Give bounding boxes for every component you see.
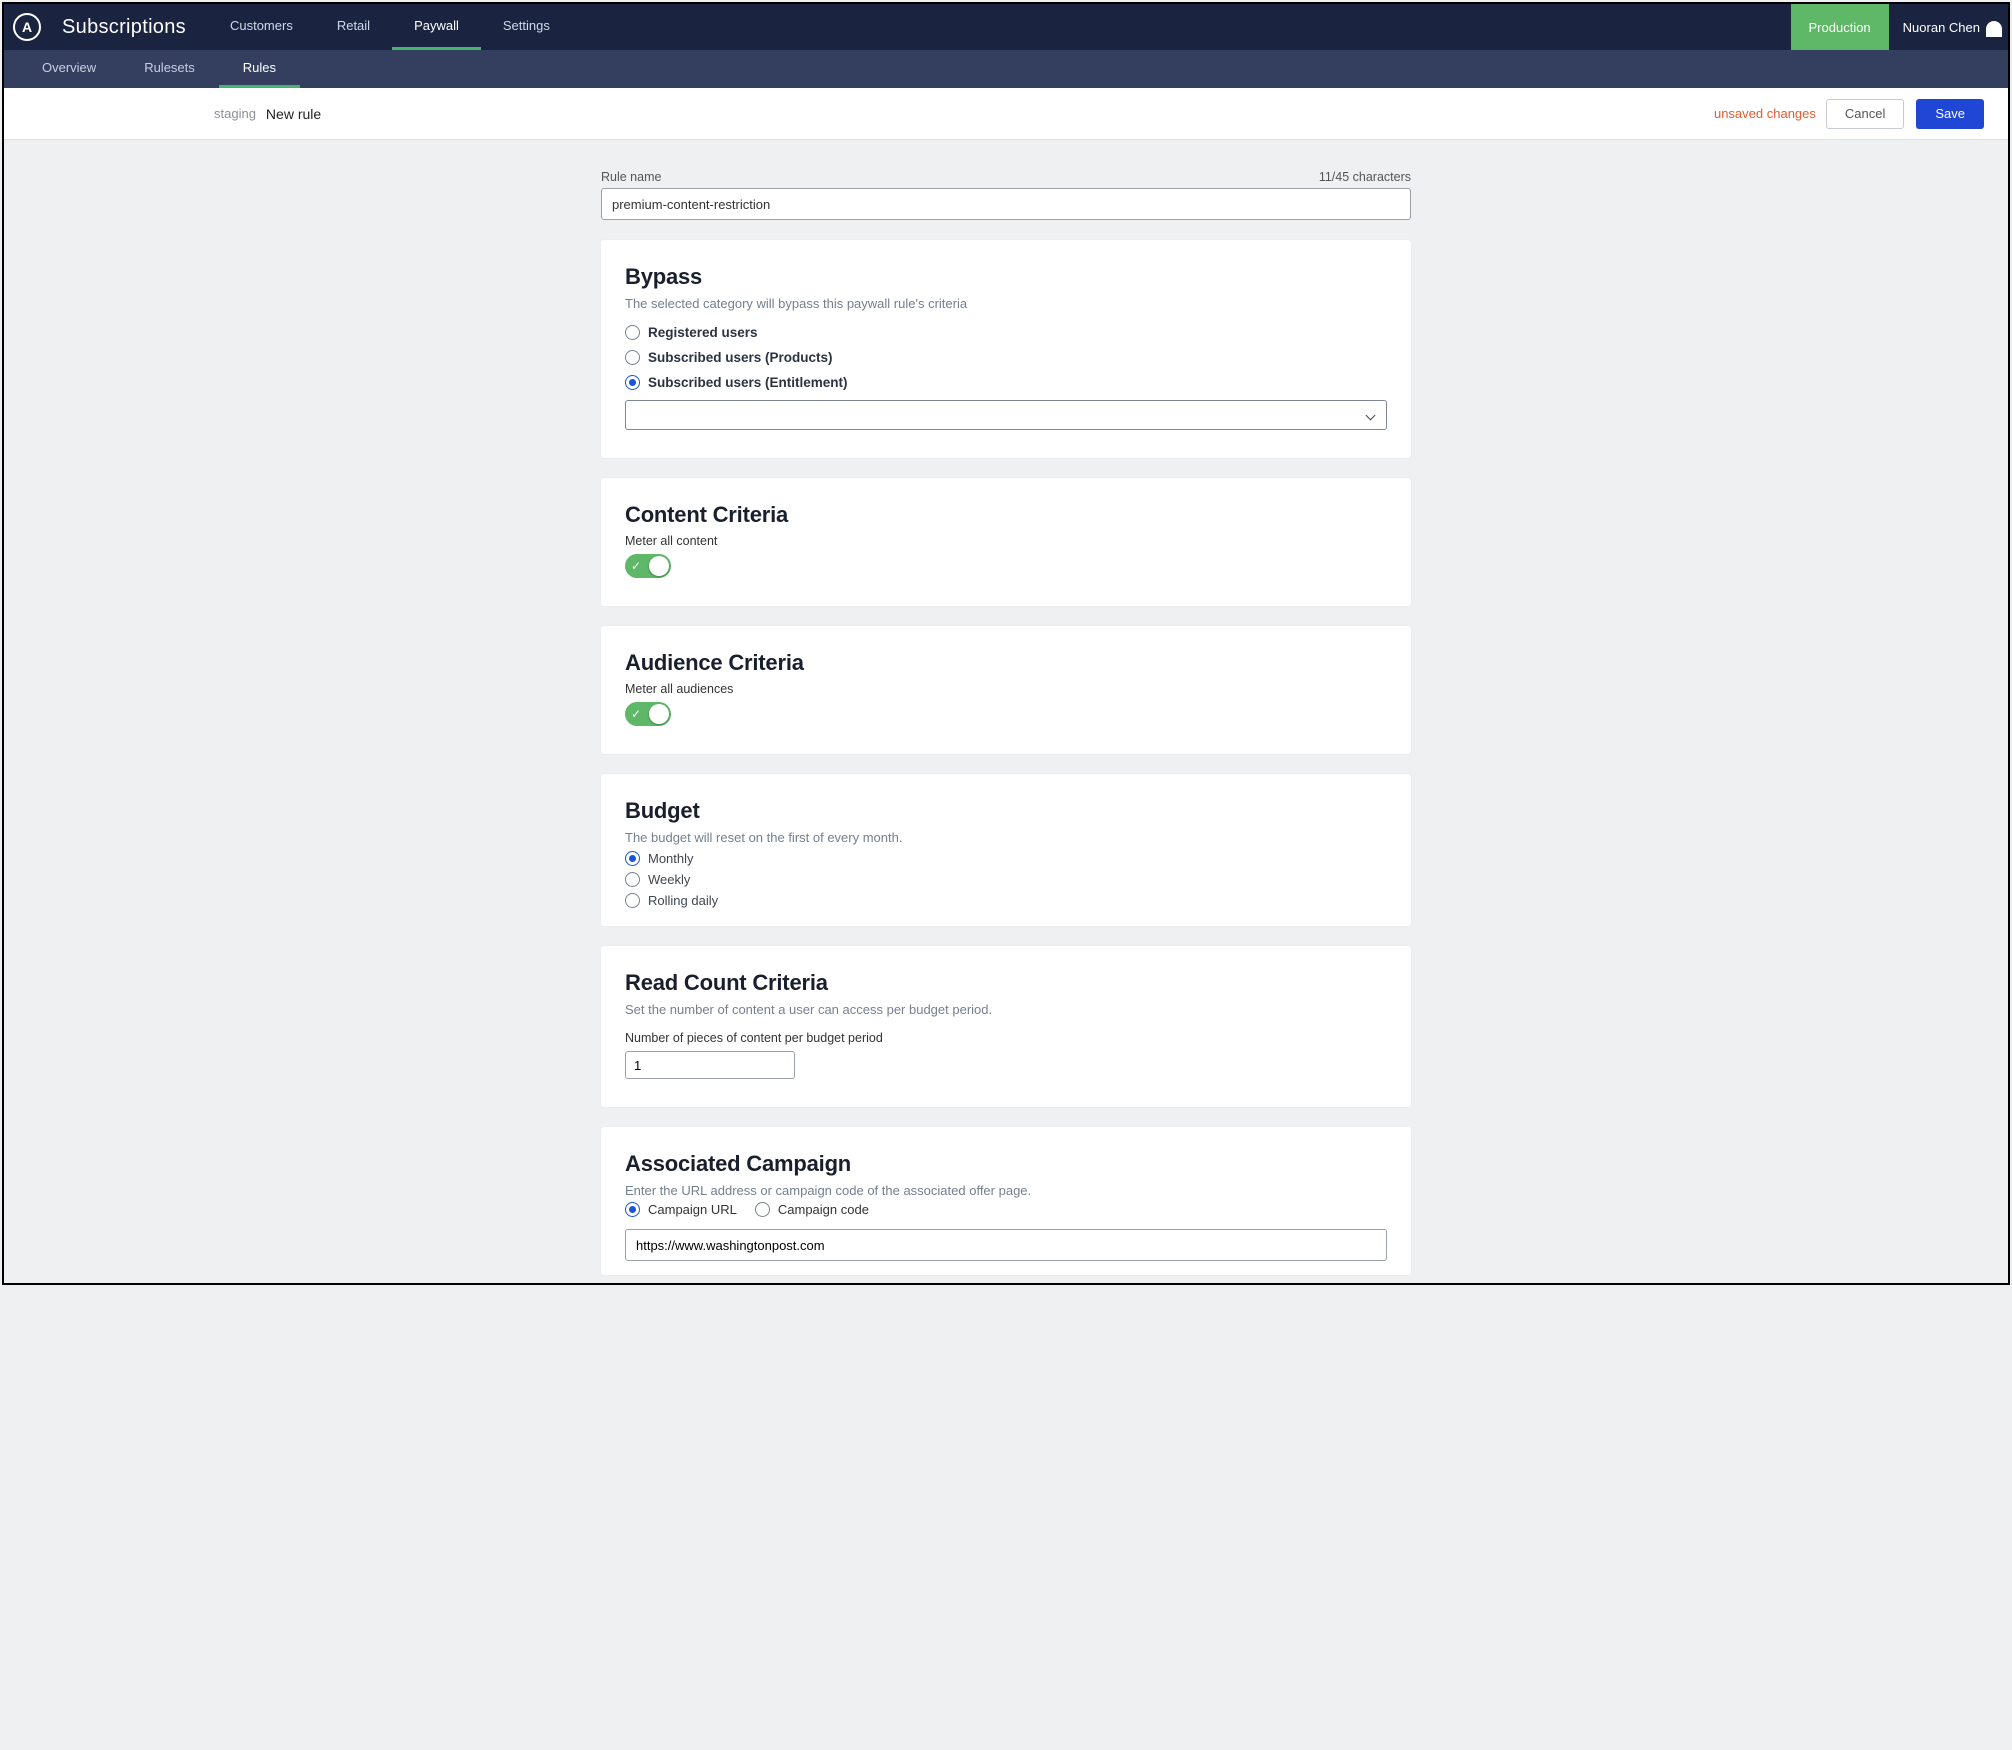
toggle-knob xyxy=(649,556,669,576)
audience-criteria-heading: Audience Criteria xyxy=(625,650,1387,676)
radio-icon xyxy=(625,872,640,887)
chevron-down-icon xyxy=(1366,410,1376,420)
campaign-url-input[interactable] xyxy=(625,1229,1387,1261)
logo[interactable]: A xyxy=(4,4,50,50)
nav-retail[interactable]: Retail xyxy=(315,4,392,50)
budget-desc: The budget will reset on the first of ev… xyxy=(625,830,1387,845)
radio-icon xyxy=(625,1202,640,1217)
content-toggle-label: Meter all content xyxy=(625,534,1387,548)
nav-customers[interactable]: Customers xyxy=(208,4,315,50)
read-count-input[interactable] xyxy=(625,1051,795,1079)
sub-nav: Overview Rulesets Rules xyxy=(4,50,2008,88)
radio-icon xyxy=(755,1202,770,1217)
environment-badge[interactable]: Production xyxy=(1791,4,1889,50)
toggle-knob xyxy=(649,704,669,724)
content-meter-toggle[interactable]: ✓ xyxy=(625,554,671,578)
cancel-button[interactable]: Cancel xyxy=(1826,99,1904,129)
campaign-desc: Enter the URL address or campaign code o… xyxy=(625,1183,1387,1198)
bypass-card: Bypass The selected category will bypass… xyxy=(601,240,1411,458)
audience-toggle-label: Meter all audiences xyxy=(625,682,1387,696)
audience-meter-toggle[interactable]: ✓ xyxy=(625,702,671,726)
page-bar: staging New rule unsaved changes Cancel … xyxy=(4,88,2008,140)
content-criteria-card: Content Criteria Meter all content ✓ xyxy=(601,478,1411,606)
radio-label: Campaign code xyxy=(778,1202,869,1217)
radio-icon xyxy=(625,893,640,908)
nav-settings[interactable]: Settings xyxy=(481,4,572,50)
user-icon xyxy=(1986,21,2002,37)
budget-radio-weekly[interactable]: Weekly xyxy=(625,872,1387,887)
radio-icon xyxy=(625,375,640,390)
save-button[interactable]: Save xyxy=(1916,99,1984,129)
rule-name-label: Rule name xyxy=(601,170,661,184)
bypass-radio-products[interactable]: Subscribed users (Products) xyxy=(625,350,1387,365)
content-criteria-heading: Content Criteria xyxy=(625,502,1387,528)
radio-label: Rolling daily xyxy=(648,893,718,908)
logo-icon: A xyxy=(13,13,41,41)
check-icon: ✓ xyxy=(631,559,641,573)
radio-label: Registered users xyxy=(648,325,758,340)
entitlement-select[interactable] xyxy=(625,400,1387,430)
radio-label: Subscribed users (Entitlement) xyxy=(648,375,848,390)
app-title: Subscriptions xyxy=(50,4,208,50)
radio-icon xyxy=(625,851,640,866)
check-icon: ✓ xyxy=(631,707,641,721)
campaign-radio-url[interactable]: Campaign URL xyxy=(625,1202,737,1217)
radio-label: Campaign URL xyxy=(648,1202,737,1217)
radio-icon xyxy=(625,350,640,365)
user-menu[interactable]: Nuoran Chen xyxy=(1889,4,2008,50)
budget-radio-rolling[interactable]: Rolling daily xyxy=(625,893,1387,908)
campaign-heading: Associated Campaign xyxy=(625,1151,1387,1177)
user-name: Nuoran Chen xyxy=(1903,20,1980,35)
audience-criteria-card: Audience Criteria Meter all audiences ✓ xyxy=(601,626,1411,754)
read-count-desc: Set the number of content a user can acc… xyxy=(625,1002,1387,1017)
rule-name-input[interactable] xyxy=(601,188,1411,220)
top-nav: Customers Retail Paywall Settings xyxy=(208,4,572,50)
bypass-heading: Bypass xyxy=(625,264,1387,290)
campaign-card: Associated Campaign Enter the URL addres… xyxy=(601,1127,1411,1275)
read-count-heading: Read Count Criteria xyxy=(625,970,1387,996)
page-title: New rule xyxy=(266,106,321,122)
subnav-overview[interactable]: Overview xyxy=(18,50,120,88)
read-count-card: Read Count Criteria Set the number of co… xyxy=(601,946,1411,1107)
subnav-rules[interactable]: Rules xyxy=(219,50,300,88)
top-bar: A Subscriptions Customers Retail Paywall… xyxy=(4,4,2008,50)
bypass-radio-registered[interactable]: Registered users xyxy=(625,325,1387,340)
read-count-field-label: Number of pieces of content per budget p… xyxy=(625,1031,1387,1045)
nav-paywall[interactable]: Paywall xyxy=(392,4,481,50)
bypass-desc: The selected category will bypass this p… xyxy=(625,296,1387,311)
radio-icon xyxy=(625,325,640,340)
budget-radio-monthly[interactable]: Monthly xyxy=(625,851,1387,866)
subnav-rulesets[interactable]: Rulesets xyxy=(120,50,219,88)
radio-label: Subscribed users (Products) xyxy=(648,350,833,365)
rule-name-counter: 11/45 characters xyxy=(1319,170,1411,184)
campaign-radio-code[interactable]: Campaign code xyxy=(755,1202,869,1217)
breadcrumb-env: staging xyxy=(214,106,256,121)
radio-label: Monthly xyxy=(648,851,694,866)
bypass-radio-entitlement[interactable]: Subscribed users (Entitlement) xyxy=(625,375,1387,390)
budget-card: Budget The budget will reset on the firs… xyxy=(601,774,1411,926)
unsaved-indicator: unsaved changes xyxy=(1714,106,1816,121)
budget-heading: Budget xyxy=(625,798,1387,824)
radio-label: Weekly xyxy=(648,872,690,887)
